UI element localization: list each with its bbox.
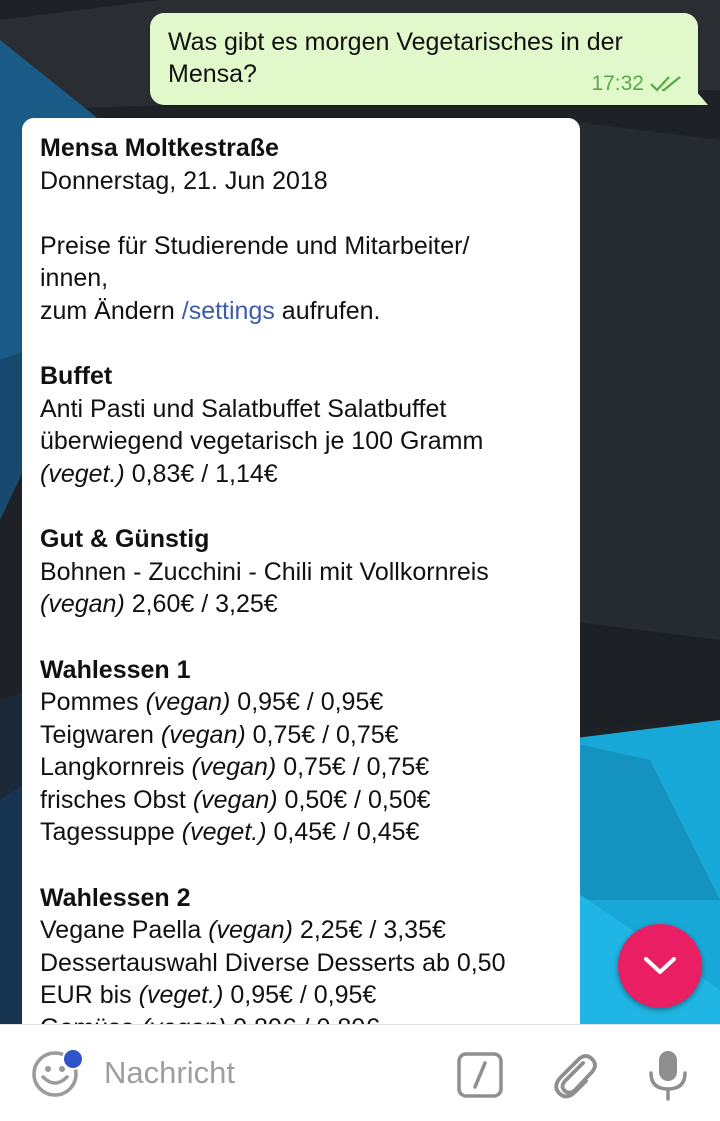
price: 0,50€ / 0,50€	[277, 785, 431, 814]
menu-item-text: überwiegend vegetarisch je 100 Gramm	[40, 427, 484, 456]
menu-item: frisches Obst (vegan) 0,50€ / 0,50€	[40, 785, 431, 814]
chat-area[interactable]: Was gibt es morgen Vegetarisches in der …	[0, 0, 720, 1024]
menu-item: Vegane Paella (vegan) 2,25€ / 3,35€	[40, 916, 446, 945]
menu-item-text: Dessertauswahl Diverse Desserts ab 0,50	[40, 948, 506, 977]
menu-item: Teigwaren (vegan) 0,75€ / 0,75€	[40, 720, 399, 749]
diet-tag: (vegan)	[145, 688, 231, 717]
diet-tag: (vegan)	[160, 720, 246, 749]
diet-tag: (vegan)	[191, 753, 277, 782]
notification-dot	[62, 1048, 84, 1070]
section-title-gut-guenstig: Gut & Günstig	[40, 525, 210, 554]
price: 0,45€ / 0,45€	[266, 818, 420, 847]
menu-item-price-line: EUR bis (veget.) 0,95€ / 0,95€	[40, 981, 377, 1010]
double-check-icon	[650, 76, 681, 92]
price: 0,95€ / 0,95€	[223, 981, 377, 1010]
prices-info-line: innen,	[40, 264, 109, 293]
section-title-buffet: Buffet	[40, 362, 113, 391]
outgoing-bubble-tail	[696, 91, 708, 105]
mensa-name: Mensa Moltkestraße	[40, 134, 279, 162]
menu-item-text: Anti Pasti und Salatbuffet Salatbuffet	[40, 394, 447, 423]
price: 0,75€ / 0,75€	[276, 753, 430, 782]
menu-item-text: Bohnen - Zucchini - Chili mit Vollkornre…	[40, 557, 489, 586]
message-composer: Nachricht	[0, 1024, 720, 1121]
message-time: 17:32	[591, 72, 644, 95]
bot-command-icon[interactable]	[456, 1051, 504, 1099]
price: 2,60€ / 3,25€	[124, 590, 278, 619]
section-title-wahlessen-2: Wahlessen 2	[40, 883, 191, 912]
diet-tag: (vegan)	[192, 785, 278, 814]
diet-tag: (veget.)	[138, 981, 224, 1010]
menu-item-price-line: (veget.) 0,83€ / 1,14€	[40, 458, 562, 491]
price: 0,83€ / 1,14€	[124, 459, 278, 488]
menu-date: Donnerstag, 21. Jun 2018	[40, 166, 328, 195]
incoming-message-bubble[interactable]: Mensa Moltkestraße Donnerstag, 21. Jun 2…	[22, 118, 580, 1024]
price: 0,75€ / 0,75€	[245, 720, 399, 749]
diet-tag: (vegan)	[40, 590, 125, 619]
section-title-wahlessen-1: Wahlessen 1	[40, 655, 191, 684]
price: 2,25€ / 3,35€	[292, 916, 446, 945]
chevron-down-icon	[644, 957, 676, 974]
price: 0,95€ / 0,95€	[230, 688, 384, 717]
message-status: 17:32	[591, 72, 684, 96]
prices-info-line: Preise für Studierende und Mitarbeiter/	[40, 231, 470, 260]
paperclip-icon[interactable]	[550, 1049, 600, 1101]
outgoing-message-bubble[interactable]: Was gibt es morgen Vegetarisches in der …	[150, 13, 708, 105]
settings-hint: zum Ändern /settings aufrufen.	[40, 296, 381, 325]
microphone-icon[interactable]	[646, 1049, 690, 1101]
menu-item: Langkornreis (vegan) 0,75€ / 0,75€	[40, 753, 430, 782]
scroll-down-button[interactable]	[618, 924, 702, 1008]
menu-item: Tagessuppe (veget.) 0,45€ / 0,45€	[40, 818, 420, 847]
menu-item: Pommes (vegan) 0,95€ / 0,95€	[40, 688, 384, 717]
price: 0,80€ / 0,80€	[226, 1014, 379, 1024]
diet-tag: (vegan)	[141, 1014, 226, 1024]
message-input[interactable]: Nachricht	[104, 1053, 434, 1093]
diet-tag: (vegan)	[208, 916, 293, 945]
diet-tag: (veget.)	[40, 459, 125, 488]
menu-item: Gemüse (vegan) 0,80€ / 0,80€	[40, 1012, 562, 1024]
settings-command-link[interactable]: /settings	[182, 297, 275, 325]
menu-item-price-line: (vegan) 2,60€ / 3,25€	[40, 588, 562, 621]
diet-tag: (veget.)	[181, 818, 267, 847]
